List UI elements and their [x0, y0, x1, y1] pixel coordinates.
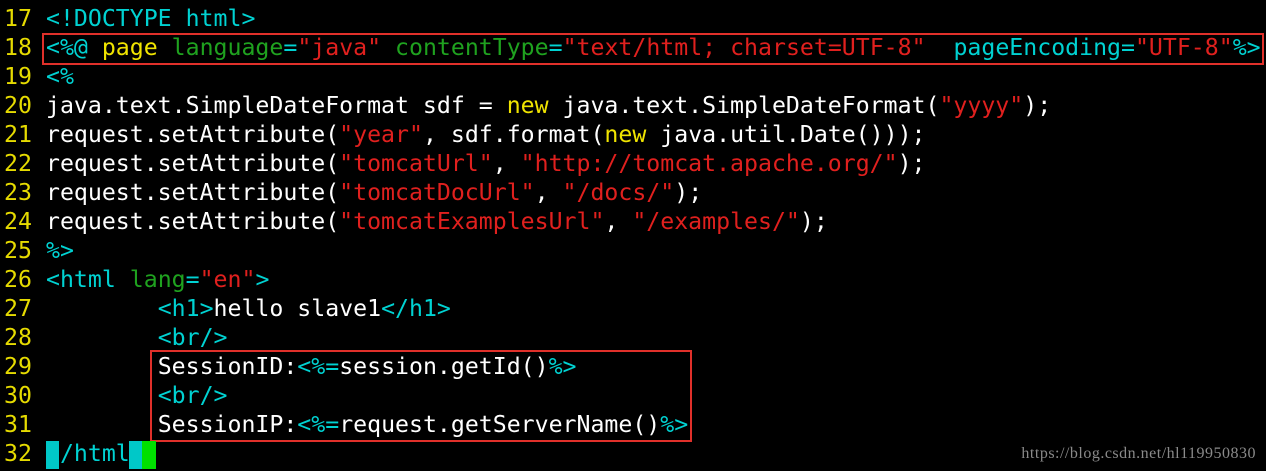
code-token: <% — [46, 63, 74, 90]
vim-editor[interactable]: 17 <!DOCTYPE html> 18 <%@ page language="ja… — [0, 0, 1266, 471]
code-token: java.util.Date())); — [646, 121, 926, 148]
code-token: "en" — [199, 266, 256, 293]
line-number: 21 — [4, 121, 32, 148]
code-token: <html — [46, 266, 116, 293]
code-token: ); — [674, 179, 703, 206]
code-line[interactable]: 23 request.setAttribute("tomcatDocUrl", "… — [0, 178, 702, 207]
code-line[interactable]: 17 <!DOCTYPE html> — [0, 4, 255, 33]
code-token: ); — [897, 150, 926, 177]
code-token: request.setAttribute( — [46, 121, 340, 148]
text-cursor — [142, 441, 156, 469]
code-token: , — [534, 179, 563, 206]
code-token: "yyyy" — [939, 92, 1024, 119]
code-token: , — [604, 208, 633, 235]
code-token: <!DOCTYPE html> — [46, 5, 256, 32]
code-token: "year" — [339, 121, 423, 148]
line-number: 22 — [4, 150, 32, 177]
code-text: request.setAttribute("tomcatDocUrl", "/d… — [44, 178, 702, 207]
code-token: request.setAttribute( — [46, 179, 340, 206]
highlight-box-session-info — [150, 350, 692, 442]
cursor-block-left — [46, 441, 59, 469]
line-number: 23 — [4, 179, 32, 206]
code-token: <h1> — [157, 295, 214, 322]
code-text: <br/> — [44, 323, 228, 352]
line-number: 24 — [4, 208, 32, 235]
code-token: java.text.SimpleDateFormat( — [548, 92, 940, 119]
code-token: = — [185, 266, 200, 293]
code-line[interactable]: 28 <br/> — [0, 323, 228, 352]
code-token: java.text.SimpleDateFormat sdf = — [46, 92, 507, 119]
code-token: "http://tomcat.apache.org/" — [520, 150, 898, 177]
code-line[interactable]: 21 request.setAttribute("year", sdf.forma… — [0, 120, 926, 149]
code-token: ); — [799, 208, 828, 235]
code-token: "tomcatDocUrl" — [339, 179, 535, 206]
code-token: "tomcatUrl" — [339, 150, 493, 177]
code-line[interactable]: 19 <% — [0, 62, 74, 91]
code-token: %> — [46, 237, 74, 264]
line-number: 19 — [4, 63, 32, 90]
line-number: 28 — [4, 324, 32, 351]
code-text: request.setAttribute("tomcatUrl", "http:… — [44, 149, 926, 178]
code-text: request.setAttribute("year", sdf.format(… — [44, 120, 926, 149]
line-number: 29 — [4, 353, 32, 380]
line-number: 26 — [4, 266, 32, 293]
line-number: 31 — [4, 411, 32, 438]
line-number: 18 — [4, 34, 32, 61]
line-number: 32 — [4, 440, 32, 467]
code-token: </h1> — [381, 295, 451, 322]
code-token: , — [492, 150, 521, 177]
code-token: "/examples/" — [632, 208, 800, 235]
code-text: %> — [44, 236, 74, 265]
code-token: /html — [59, 440, 130, 467]
code-token: new — [506, 92, 549, 119]
code-text: request.setAttribute("tomcatExamplesUrl"… — [44, 207, 828, 236]
code-text: <% — [44, 62, 74, 91]
code-text: <!DOCTYPE html> — [44, 4, 255, 33]
code-line[interactable]: 27 <h1>hello slave1</h1> — [0, 294, 451, 323]
code-token: <br/> — [157, 324, 228, 351]
code-token: request.setAttribute( — [46, 150, 340, 177]
highlight-box-page-directive — [42, 33, 1264, 65]
line-number: 20 — [4, 92, 32, 119]
line-number: 30 — [4, 382, 32, 409]
cursor-block-right — [129, 441, 142, 469]
code-text: <h1>hello slave1</h1> — [44, 294, 451, 323]
code-token: hello slave1 — [213, 295, 382, 322]
line-number: 25 — [4, 237, 32, 264]
code-token: , sdf.format( — [422, 121, 605, 148]
code-line[interactable]: 20 java.text.SimpleDateFormat sdf = new j… — [0, 91, 1051, 120]
code-text: java.text.SimpleDateFormat sdf = new jav… — [44, 91, 1051, 120]
code-token: > — [255, 266, 270, 293]
code-token: "tomcatExamplesUrl" — [339, 208, 605, 235]
code-token: new — [604, 121, 647, 148]
code-token: lang — [129, 266, 186, 293]
code-line[interactable]: 22 request.setAttribute("tomcatUrl", "htt… — [0, 149, 926, 178]
code-token: ); — [1023, 92, 1052, 119]
line-number: 27 — [4, 295, 32, 322]
code-token: "/docs/" — [562, 179, 675, 206]
line-number: 17 — [4, 5, 32, 32]
code-token: request.setAttribute( — [46, 208, 340, 235]
code-line[interactable]: 24 request.setAttribute("tomcatExamplesUr… — [0, 207, 828, 236]
watermark-url: https://blog.csdn.net/hl119950830 — [1021, 445, 1256, 462]
code-line[interactable]: 25 %> — [0, 236, 74, 265]
code-text: <html lang="en"> — [44, 265, 269, 294]
code-line[interactable]: 32 /html — [0, 439, 130, 468]
code-line[interactable]: 26 <html lang="en"> — [0, 265, 269, 294]
